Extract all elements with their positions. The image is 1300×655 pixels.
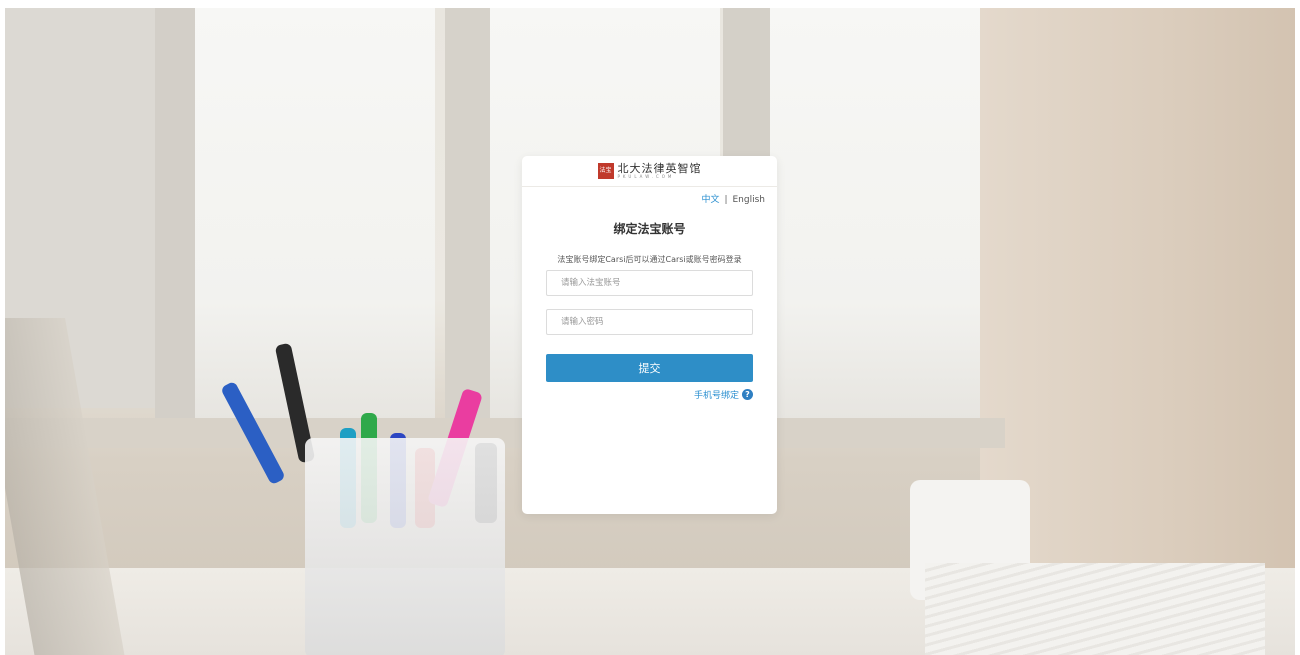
bg-sill: [5, 418, 1005, 448]
logo-seal-icon: 法宝: [597, 163, 614, 179]
phone-bind-label: 手机号绑定: [693, 391, 739, 401]
bg-window: [195, 8, 435, 428]
bg-pen-cup: [305, 438, 505, 655]
password-input[interactable]: [546, 309, 753, 335]
logo-bar: 法宝 北大法律英智馆 PKULAW.COM: [522, 156, 777, 187]
phone-bind-link[interactable]: 手机号绑定 ?: [694, 388, 753, 401]
page-title: 绑定法宝账号: [613, 222, 686, 236]
logo-title: 北大法律英智馆: [617, 162, 702, 175]
bg-frame: [445, 8, 490, 438]
bg-frame: [155, 8, 195, 438]
form-description: 法宝账号绑定Carsi后可以通过Carsi或账号密码登录: [557, 255, 742, 264]
language-switcher: 中文 | English: [701, 192, 765, 205]
account-input[interactable]: [546, 270, 753, 296]
logo: 北大法律英智馆 PKULAW.COM: [618, 163, 702, 179]
lang-en-link[interactable]: English: [733, 195, 766, 205]
bind-account-card: 法宝 北大法律英智馆 PKULAW.COM 中文 | English 绑定法宝账号 …: [522, 156, 777, 514]
bg-window: [770, 8, 980, 428]
bg-book: [925, 563, 1265, 655]
submit-button[interactable]: 提交: [546, 354, 753, 382]
help-icon[interactable]: ?: [742, 389, 753, 400]
lang-separator: |: [724, 195, 728, 205]
logo-subtitle: PKULAW.COM: [617, 174, 675, 179]
lang-zh-link[interactable]: 中文: [701, 195, 719, 205]
